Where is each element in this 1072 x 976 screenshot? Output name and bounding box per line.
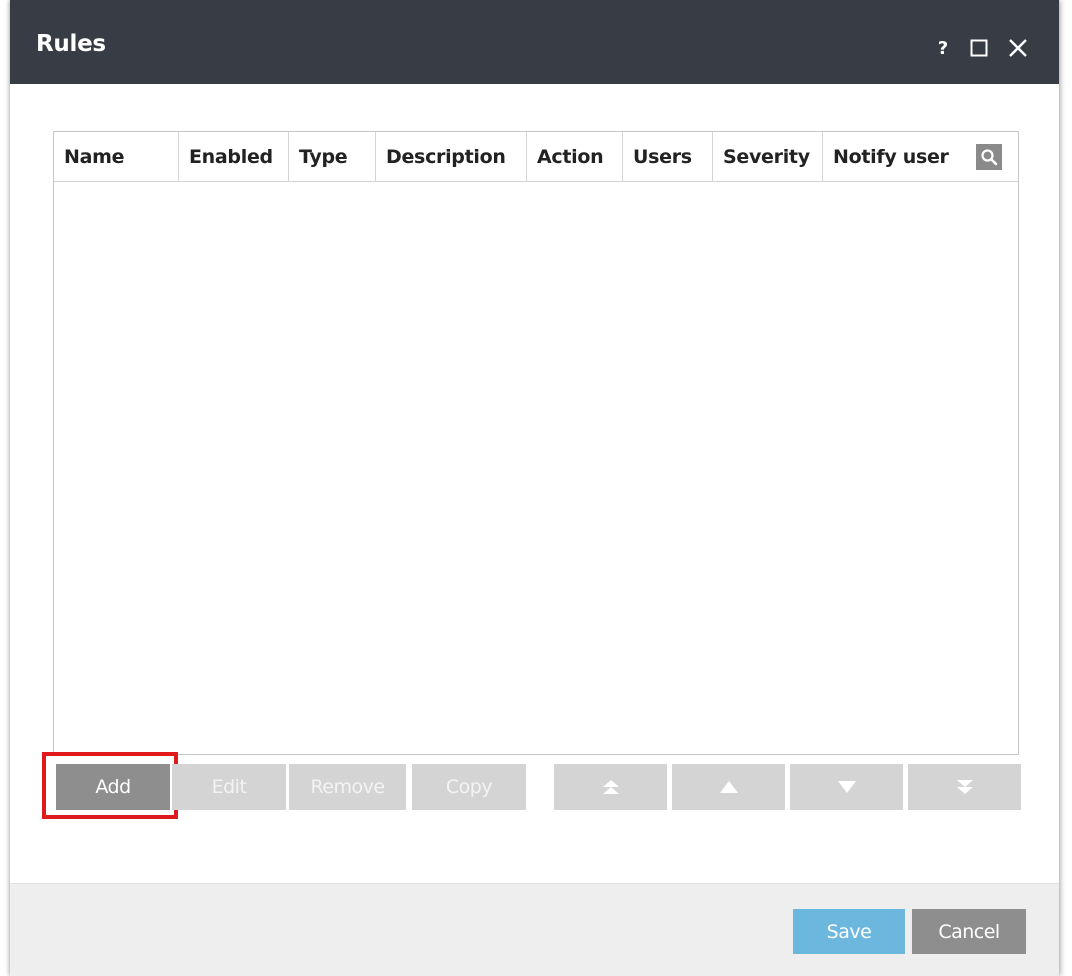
column-header-type[interactable]: Type [289, 132, 376, 181]
remove-button[interactable]: Remove [289, 764, 406, 810]
maximize-button[interactable] [967, 36, 991, 60]
table-search-button[interactable] [976, 144, 1002, 170]
column-header-notify-user[interactable]: Notify user [823, 132, 973, 181]
cancel-button[interactable]: Cancel [912, 909, 1026, 954]
column-header-name[interactable]: Name [54, 132, 179, 181]
move-up-icon [719, 781, 738, 793]
move-up-button[interactable] [672, 764, 785, 810]
save-button[interactable]: Save [793, 909, 905, 954]
column-header-description[interactable]: Description [376, 132, 527, 181]
column-header-action[interactable]: Action [527, 132, 623, 181]
dialog-titlebar: Rules ? [10, 0, 1059, 84]
rules-table: Name Enabled Type Description Action Use… [53, 131, 1019, 755]
edit-button[interactable]: Edit [172, 764, 286, 810]
table-header: Name Enabled Type Description Action Use… [54, 132, 1018, 182]
column-header-severity[interactable]: Severity [713, 132, 823, 181]
rules-dialog: Rules ? Name Enabled Type Description Ac… [10, 0, 1059, 976]
move-down-icon [837, 781, 856, 793]
move-to-bottom-button[interactable] [908, 764, 1021, 810]
help-button[interactable]: ? [934, 36, 952, 60]
add-button[interactable]: Add [56, 764, 170, 810]
close-icon [1009, 39, 1027, 57]
search-icon [981, 149, 998, 166]
column-header-users[interactable]: Users [623, 132, 713, 181]
table-body [54, 182, 1018, 754]
copy-button[interactable]: Copy [412, 764, 526, 810]
move-to-top-icon [602, 780, 619, 794]
dialog-title: Rules [36, 31, 106, 57]
close-button[interactable] [1005, 36, 1031, 60]
move-down-button[interactable] [790, 764, 903, 810]
move-to-bottom-icon [956, 780, 973, 794]
dialog-footer: Save Cancel [10, 883, 1059, 976]
maximize-icon [970, 39, 988, 57]
move-to-top-button[interactable] [554, 764, 667, 810]
column-header-enabled[interactable]: Enabled [179, 132, 289, 181]
